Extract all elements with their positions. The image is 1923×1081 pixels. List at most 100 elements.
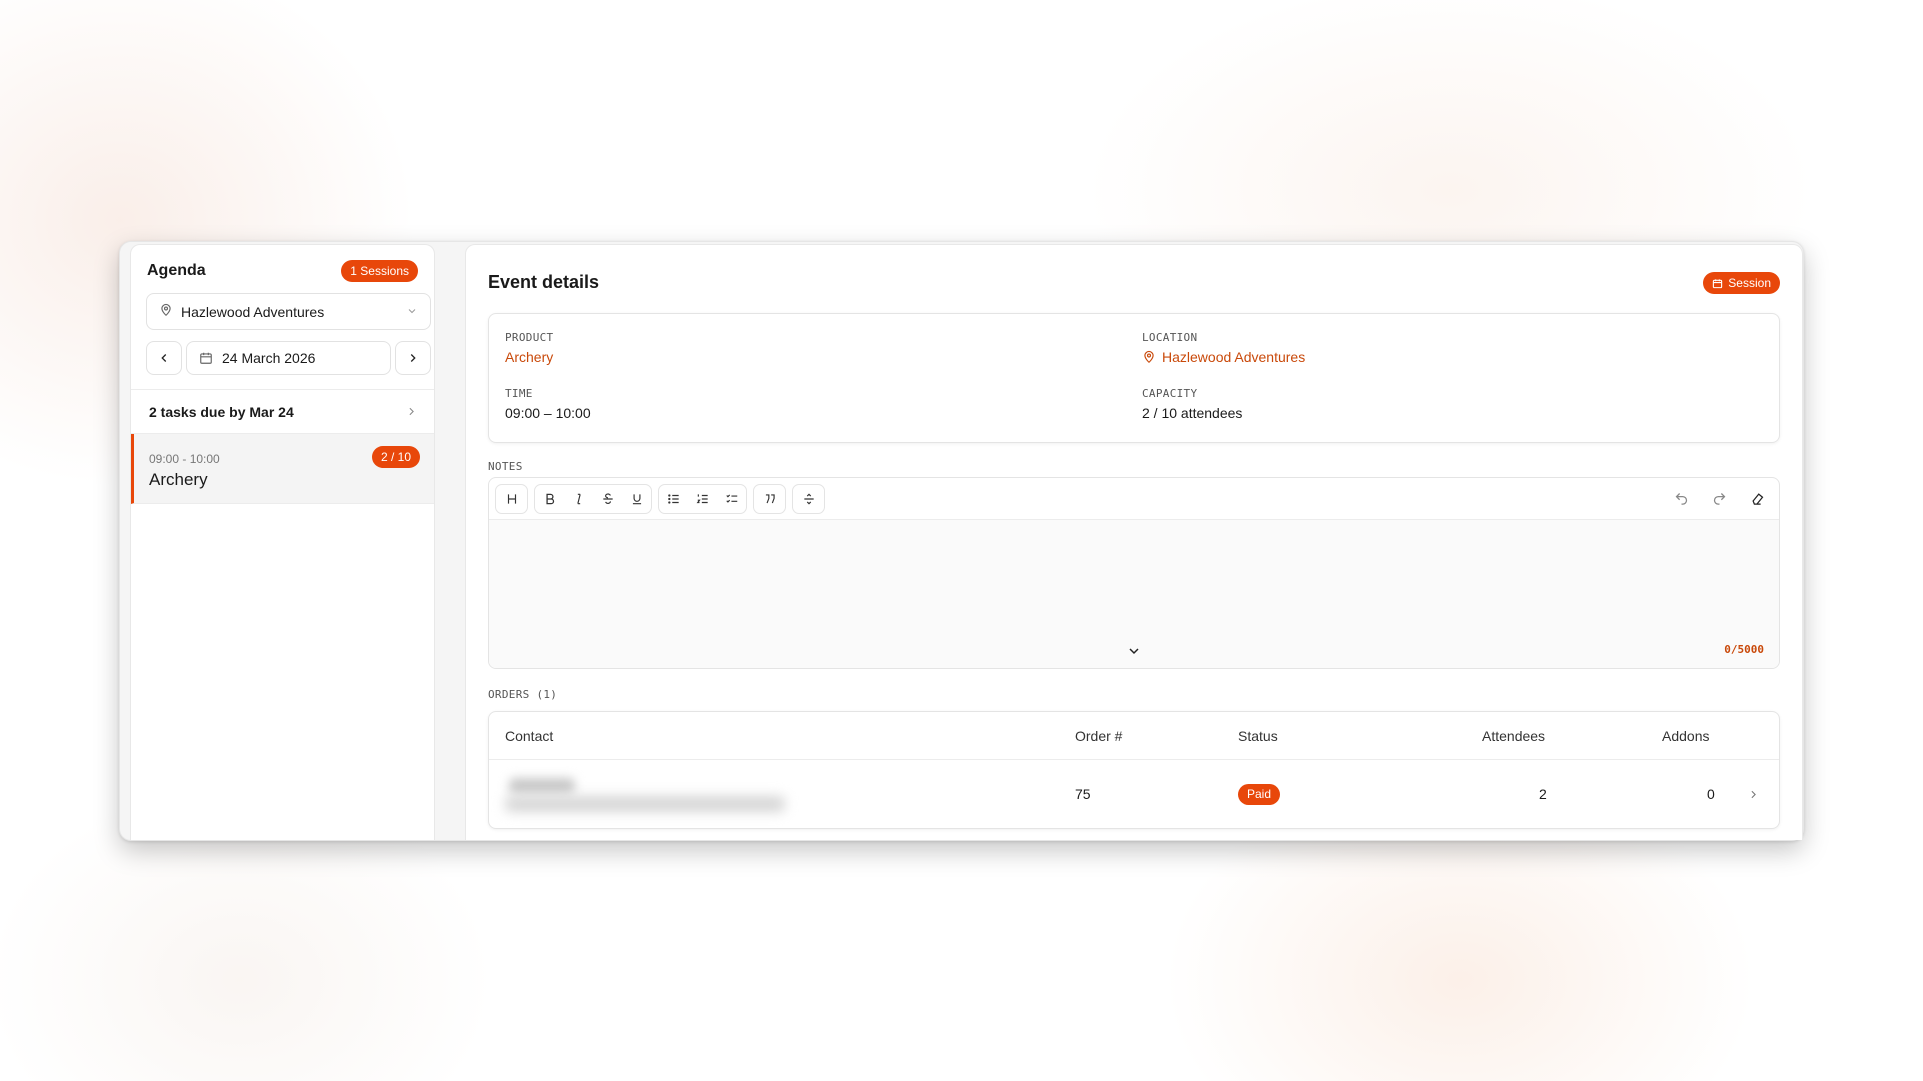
column-header-contact: Contact (505, 727, 554, 744)
event-type-label: Session (1728, 276, 1771, 290)
italic-icon (576, 493, 581, 504)
undo-button[interactable] (1665, 484, 1697, 514)
agenda-sidebar: Agenda 1 Sessions Hazlewood Adventures 2… (130, 244, 435, 840)
session-list-item[interactable]: 09:00 - 10:00 Archery 2 / 10 (131, 434, 434, 504)
redo-button[interactable] (1703, 484, 1735, 514)
checklist-icon (725, 494, 737, 503)
agenda-header: Agenda 1 Sessions (147, 259, 418, 283)
underline-button[interactable] (622, 485, 651, 513)
product-label: PRODUCT (505, 331, 554, 344)
time-label: TIME (505, 387, 533, 400)
ordered-list-icon (696, 493, 708, 503)
date-value: 24 March 2026 (222, 350, 316, 366)
prev-day-button[interactable] (146, 341, 182, 375)
ordered-list-button[interactable] (688, 485, 717, 513)
column-header-addons: Addons (1662, 727, 1710, 744)
location-select-value: Hazlewood Adventures (181, 303, 325, 320)
session-name: Archery (149, 470, 208, 489)
redo-icon (1713, 493, 1725, 505)
divider-group (792, 483, 825, 514)
bullet-list-icon (667, 493, 679, 504)
undo-icon (1675, 493, 1687, 505)
contact-email-blur (505, 796, 785, 812)
contact-name-blur (509, 778, 575, 794)
table-header: Contact Order # Status Attendees Addons (489, 712, 1779, 760)
eraser-icon (1751, 493, 1763, 505)
session-capacity-badge: 2 / 10 (371, 446, 420, 468)
table-row[interactable]: 75 Paid 2 0 (489, 760, 1779, 828)
chevron-right-icon (409, 407, 414, 416)
quote-button[interactable] (754, 485, 785, 513)
column-header-attendees: Attendees (1482, 727, 1546, 744)
time-field: TIME 09:00 – 10:00 (505, 387, 591, 421)
order-number: 75 (1075, 786, 1091, 802)
chevron-down-icon (1129, 648, 1139, 655)
agenda-title: Agenda (147, 262, 206, 279)
chevron-right-icon (1751, 790, 1756, 798)
notes-text-area[interactable]: 0/5000 (489, 520, 1779, 668)
location-value: Hazlewood Adventures (1162, 349, 1306, 365)
italic-button[interactable] (564, 485, 593, 513)
product-link[interactable]: Archery (505, 349, 553, 365)
next-day-button[interactable] (395, 341, 431, 375)
capacity-field: CAPACITY 2 / 10 attendees (1142, 387, 1242, 421)
chevron-left-icon (161, 354, 167, 362)
status-cell: Paid (1238, 760, 1281, 828)
notes-editor: 0/5000 (488, 477, 1780, 669)
app-window: Agenda 1 Sessions Hazlewood Adventures 2… (119, 241, 1804, 841)
sessions-count-badge: 1 Sessions (341, 260, 418, 282)
format-group (534, 483, 652, 514)
orders-label: ORDERS (1) (488, 688, 558, 701)
location-field: LOCATION Hazlewood Adventures (1142, 331, 1305, 365)
notes-label: NOTES (488, 460, 523, 473)
clear-format-button[interactable] (1741, 484, 1773, 514)
column-header-order: Order # (1075, 727, 1123, 744)
tasks-due-link[interactable]: 2 tasks due by Mar 24 (131, 389, 434, 434)
checklist-button[interactable] (717, 485, 746, 513)
map-pin-icon (159, 303, 173, 320)
strikethrough-button[interactable] (593, 485, 622, 513)
horizontal-rule-button[interactable] (793, 485, 824, 513)
product-field: PRODUCT Archery (505, 331, 553, 365)
contact-redacted (501, 774, 791, 818)
location-label: LOCATION (1142, 331, 1198, 344)
bold-icon (545, 493, 554, 504)
chevron-right-icon (410, 354, 416, 362)
date-navigator: 24 March 2026 (146, 341, 431, 375)
strikethrough-icon (602, 492, 613, 504)
calendar-icon (1713, 278, 1723, 288)
bullet-list-button[interactable] (659, 485, 688, 513)
capacity-value: 2 / 10 attendees (1142, 405, 1243, 421)
editor-toolbar (489, 478, 1779, 520)
addons-count: 0 (1707, 786, 1715, 802)
row-open-button[interactable] (1747, 760, 1760, 828)
location-link[interactable]: Hazlewood Adventures (1142, 349, 1305, 365)
chevron-down-icon (406, 304, 418, 320)
orders-table: Contact Order # Status Attendees Addons … (488, 711, 1780, 829)
bold-button[interactable] (535, 485, 564, 513)
heading-button[interactable] (496, 485, 527, 513)
event-type-badge: Session (1703, 272, 1780, 294)
calendar-icon (200, 352, 212, 364)
quote-icon (765, 493, 775, 503)
column-header-status: Status (1238, 727, 1278, 744)
heading-group (495, 483, 528, 514)
horizontal-rule-icon (803, 493, 814, 504)
capacity-label: CAPACITY (1142, 387, 1198, 400)
tasks-due-text: 2 tasks due by Mar 24 (149, 403, 294, 420)
event-details-panel: Event details Session PRODUCT Archery LO… (465, 244, 1803, 840)
quote-group (753, 483, 786, 514)
character-counter: 0/5000 (1724, 643, 1764, 656)
expand-editor-button[interactable] (1126, 643, 1142, 664)
status-badge: Paid (1238, 783, 1281, 805)
date-picker[interactable]: 24 March 2026 (186, 341, 391, 375)
page-title: Event details (488, 272, 600, 292)
time-value: 09:00 – 10:00 (505, 405, 591, 421)
location-select[interactable]: Hazlewood Adventures (146, 293, 431, 330)
list-group (658, 483, 747, 514)
underline-icon (632, 493, 641, 504)
session-time: 09:00 - 10:00 (149, 452, 220, 466)
map-pin-icon (1144, 350, 1154, 364)
event-info-card: PRODUCT Archery LOCATION Hazlewood Adven… (488, 313, 1780, 443)
attendees-count: 2 (1539, 786, 1547, 802)
